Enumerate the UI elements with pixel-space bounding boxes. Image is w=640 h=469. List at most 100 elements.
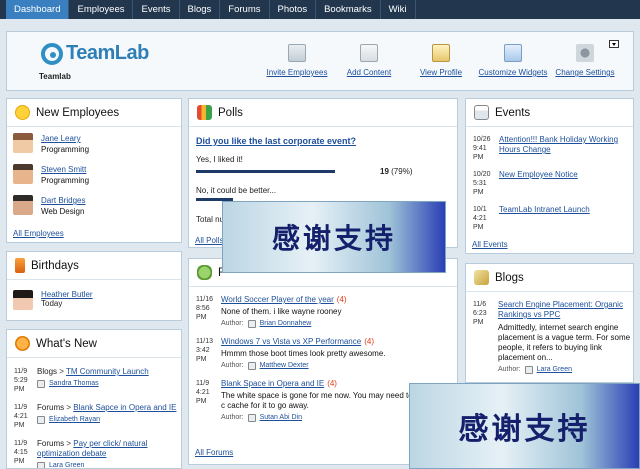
- birthday-name-link[interactable]: Heather Butler: [41, 290, 93, 299]
- employee-name-link[interactable]: Steven Smitt: [41, 164, 89, 175]
- tab-employees[interactable]: Employees: [69, 0, 134, 19]
- blog-title-link[interactable]: Search Engine Placement: Organic Ranking…: [498, 300, 633, 320]
- poll-bar-fill: [196, 170, 336, 173]
- tab-bookmarks[interactable]: Bookmarks: [316, 0, 381, 19]
- new-employees-widget: New Employees Jane Leary Programming Ste…: [6, 98, 182, 243]
- item-section: Forums: [37, 403, 65, 412]
- poll-option-label: Yes, I liked it!: [196, 155, 243, 164]
- view-profile-icon: [432, 44, 450, 62]
- list-item: 11/9 5:29 PM Blogs > TM Community Launch S…: [14, 367, 149, 393]
- author-link[interactable]: Sutan Abi Din: [260, 413, 302, 423]
- smiley-icon: [15, 105, 30, 120]
- topic-title-link[interactable]: Blank Space in Opera and IE: [221, 379, 324, 388]
- list-item: Jane Leary Programming: [13, 133, 181, 158]
- item-title-link[interactable]: TM Community Launch: [66, 367, 149, 376]
- post-date: 11/9 4:21 PM: [196, 380, 210, 405]
- event-title-link[interactable]: New Employee Notice: [499, 170, 578, 197]
- whats-new-widget: What's New 11/9 5:29 PM Blogs > TM Communi…: [6, 329, 182, 469]
- all-polls-link[interactable]: All Polls: [195, 236, 223, 245]
- event-date: 10/26 9:41 PM: [473, 136, 491, 161]
- all-forums-link[interactable]: All Forums: [195, 448, 233, 457]
- item-section: Forums: [37, 439, 65, 448]
- bar-chart-icon: [197, 105, 212, 120]
- add-content-icon: [360, 44, 378, 62]
- logo-icon: [41, 42, 63, 65]
- list-item: 11/9 4:21 PM Forums > Blank Sapce in Opera…: [14, 403, 177, 429]
- birthdays-widget: Birthdays Heather Butler Today: [6, 251, 182, 321]
- item-date: 11/9 4:21 PM: [14, 404, 28, 429]
- change-settings-button[interactable]: Change Settings: [549, 44, 621, 77]
- item-title-link[interactable]: Blank Sapce in Opera and IE: [73, 403, 176, 412]
- tab-photos[interactable]: Photos: [270, 0, 317, 19]
- user-icon: [37, 380, 45, 388]
- site-name: Teamlab: [39, 72, 71, 81]
- item-section: Blogs: [37, 367, 58, 376]
- list-item: 10/26 9:41 PM Attention!!! Bank Holiday Wo…: [473, 135, 633, 162]
- tab-events[interactable]: Events: [133, 0, 180, 19]
- author-link[interactable]: Sandra Thomas: [49, 379, 99, 389]
- tab-wiki[interactable]: Wiki: [381, 0, 416, 19]
- user-icon: [247, 362, 256, 370]
- post-date: 11/13 3:42 PM: [196, 338, 213, 363]
- user-icon: [37, 462, 45, 468]
- portal-header: TeamLab Teamlab Invite Employees Add Con…: [6, 31, 634, 91]
- author-link[interactable]: Lara Green: [49, 461, 84, 468]
- user-icon: [524, 366, 533, 374]
- add-content-button[interactable]: Add Content: [333, 44, 405, 77]
- post-count: (4): [327, 379, 337, 388]
- poll-question-link[interactable]: Did you like the last corporate event?: [196, 136, 457, 146]
- events-widget: Events 10/26 9:41 PM Attention!!! Bank Hol…: [465, 98, 634, 254]
- avatar[interactable]: [13, 133, 33, 153]
- event-title-link[interactable]: Attention!!! Bank Holiday Working Hours …: [499, 135, 633, 162]
- avatar[interactable]: [13, 290, 33, 310]
- topic-title-link[interactable]: World Soccer Player of the year: [221, 295, 334, 304]
- all-employees-link[interactable]: All Employees: [13, 229, 64, 238]
- user-icon: [37, 416, 45, 424]
- widget-header: Events: [466, 99, 633, 127]
- all-events-link[interactable]: All Events: [472, 240, 508, 249]
- post-count: (4): [336, 295, 347, 304]
- author-link[interactable]: Lara Green: [537, 365, 572, 375]
- employee-name-link[interactable]: Jane Leary: [41, 133, 89, 144]
- widget-header: Blogs: [466, 264, 633, 292]
- widget-header: New Employees: [7, 99, 181, 127]
- list-item: 11/16 8:56 PM World Soccer Player of the y…: [196, 295, 457, 329]
- author-link[interactable]: Brian Donnahew: [260, 319, 312, 329]
- tab-blogs[interactable]: Blogs: [180, 0, 221, 19]
- list-item: 11/6 6:23 PM Search Engine Placement: Orga…: [473, 300, 633, 375]
- teamlab-logo[interactable]: TeamLab: [41, 42, 149, 65]
- avatar[interactable]: [13, 164, 33, 184]
- watermark-banner: 感谢支持: [409, 383, 640, 469]
- topic-title-link[interactable]: Windows 7 vs Vista vs XP Performance: [221, 337, 361, 346]
- employee-name-link[interactable]: Dart Bridges: [41, 195, 85, 206]
- post-count: (4): [364, 337, 374, 346]
- list-item: 11/13 3:42 PM Windows 7 vs Vista vs XP Per…: [196, 337, 457, 371]
- tab-forums[interactable]: Forums: [220, 0, 270, 19]
- list-item: Heather Butler Today: [13, 290, 181, 310]
- avatar[interactable]: [13, 195, 33, 215]
- calendar-icon: [474, 105, 489, 120]
- invite-employees-button[interactable]: Invite Employees: [261, 44, 333, 77]
- view-profile-button[interactable]: View Profile: [405, 44, 477, 77]
- widget-title: Events: [495, 106, 531, 119]
- employee-department: Programming: [41, 145, 90, 154]
- widget-header: Polls: [189, 99, 457, 127]
- poll-option-label: No, it could be better...: [196, 186, 277, 195]
- post-date: 11/16 8:56 PM: [196, 296, 213, 321]
- new-badge-icon: [15, 336, 30, 351]
- item-date: 11/9 4:15 PM: [14, 440, 28, 465]
- author-link[interactable]: Matthew Dexter: [260, 361, 309, 371]
- user-icon: [247, 414, 256, 422]
- tab-dashboard[interactable]: Dashboard: [6, 0, 70, 19]
- widget-title: Polls: [218, 106, 243, 119]
- author-link[interactable]: Elizabeth Rayan: [49, 415, 100, 425]
- chevron-down-icon[interactable]: [609, 40, 619, 48]
- customize-widgets-button[interactable]: Customize Widgets: [477, 44, 549, 77]
- list-item: 10/20 5:31 PM New Employee Notice: [473, 170, 633, 197]
- header-actions: Invite Employees Add Content View Profil…: [261, 44, 621, 77]
- poll-bar-track: [196, 170, 372, 173]
- event-date: 10/1 4:21 PM: [473, 206, 487, 231]
- event-title-link[interactable]: TeamLab Intranet Launch: [499, 205, 590, 232]
- invite-employees-icon: [288, 44, 306, 62]
- candle-icon: [15, 258, 25, 273]
